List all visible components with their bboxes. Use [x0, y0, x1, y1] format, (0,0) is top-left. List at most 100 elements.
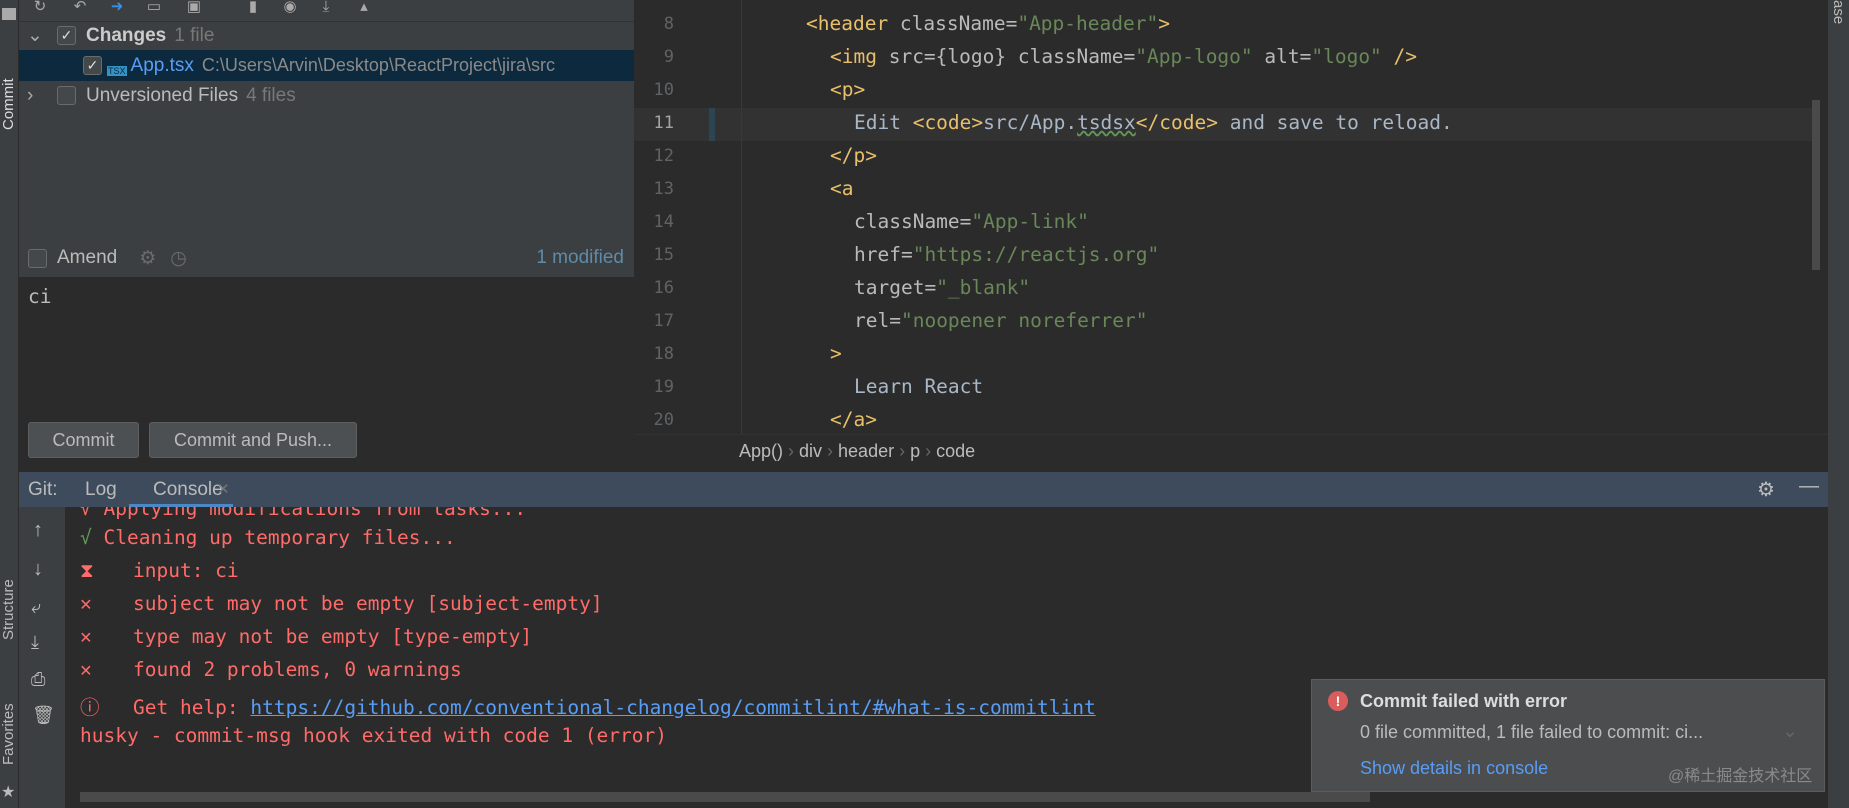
diff-icon[interactable]: ▭ [145, 0, 163, 14]
console-line: √ Applying modifications from tasks... [80, 507, 527, 520]
line-number: 12 [653, 146, 674, 166]
breadcrumb-separator: › [894, 441, 911, 461]
console-toolbar: ↑ ↓ ⤶ ⤓ ⎙ 🗑 [19, 507, 65, 808]
code-editor[interactable]: 8 9 10 11 12 13 14 15 16 17 18 19 20 <header classNa… [634, 0, 1828, 434]
notification-body: 0 file committed, 1 file failed to commi… [1360, 722, 1704, 742]
line-number: 16 [653, 278, 674, 298]
collapse-icon[interactable]: ▴ [355, 0, 373, 14]
line-number: 8 [663, 14, 674, 34]
amend-checkbox[interactable] [28, 248, 47, 268]
changes-checkbox[interactable]: ✓ [57, 26, 76, 45]
database-tab[interactable]: Database [1830, 0, 1847, 24]
update-icon[interactable]: ➜ [108, 0, 126, 14]
console-line: ⧗ input: ci [80, 559, 239, 582]
commit-message-text: ci [28, 285, 52, 308]
console-line: ✕ subject may not be empty [subject-empty… [80, 592, 603, 615]
commit-panel: ↻ ↶ ➜ ▭ ▣ ▮ ◉ ⤓ ▴ ⌄ ✓ Changes 1 file ✓ T… [19, 0, 634, 466]
console-line: ✕ type may not be empty [type-empty] [80, 625, 533, 648]
commit-toolbar: ↻ ↶ ➜ ▭ ▣ ▮ ◉ ⤓ ▴ [19, 0, 634, 22]
file-checkbox[interactable]: ✓ [83, 56, 102, 75]
favorites-tab[interactable]: Favorites [0, 703, 17, 765]
arrow-up-icon[interactable]: ↑ [33, 519, 43, 542]
line-number: 19 [653, 377, 674, 397]
view-options-icon[interactable]: ◉ [281, 0, 299, 14]
chevron-right-icon[interactable]: › [19, 85, 57, 107]
unversioned-checkbox[interactable] [57, 86, 76, 105]
show-details-link[interactable]: Show details in console [1360, 758, 1548, 779]
breadcrumb-separator: › [783, 441, 800, 461]
line-number: 17 [653, 311, 674, 331]
line-number: 15 [653, 245, 674, 265]
breadcrumb-item[interactable]: p [910, 441, 920, 461]
error-x-icon: ✕ [80, 592, 92, 615]
minimize-icon[interactable]: — [1799, 475, 1819, 498]
error-x-icon: ✕ [80, 625, 92, 648]
breadcrumb: App() › div › header › p › code [634, 434, 1828, 467]
chevron-down-icon[interactable]: ⌄ [1782, 720, 1798, 743]
tab-console[interactable]: Console ✕ [129, 472, 233, 507]
close-icon[interactable]: ✕ [217, 480, 230, 498]
commit-tab[interactable]: Commit [0, 78, 17, 130]
file-path: C:\Users\Arvin\Desktop\ReactProject\jira… [201, 55, 555, 75]
horizontal-scrollbar[interactable] [80, 792, 1370, 802]
group-icon[interactable]: ▮ [244, 0, 262, 14]
star-icon: ★ [1, 784, 16, 801]
git-title: Git: [28, 479, 58, 500]
soft-wrap-icon[interactable]: ⤶ [31, 597, 41, 618]
rollback-icon[interactable]: ↶ [71, 0, 89, 14]
amend-label[interactable]: Amend [57, 247, 117, 269]
arrow-down-icon[interactable]: ↓ [33, 558, 43, 581]
file-row-app-tsx[interactable]: ✓ TSX App.tsx C:\Users\Arvin\Desktop\Rea… [19, 50, 634, 81]
typo-word: tsdsx [1077, 111, 1136, 134]
trash-icon[interactable]: 🗑 [32, 705, 55, 726]
unversioned-group-row[interactable]: › Unversioned Files 4 files [19, 80, 634, 111]
print-icon[interactable]: ⎙ [31, 669, 45, 690]
modified-count: 1 modified [536, 247, 624, 268]
watermark: @稀土掘金技术社区 [1668, 768, 1813, 785]
unversioned-count: 4 files [246, 84, 296, 106]
line-number: 9 [663, 47, 674, 67]
breadcrumb-separator: › [920, 441, 937, 461]
line-marker [709, 108, 715, 141]
shelve-icon[interactable]: ▣ [185, 0, 203, 14]
editor-scrollbar[interactable] [1812, 100, 1820, 270]
commitlint-help-link[interactable]: https://github.com/conventional-changelo… [250, 696, 1095, 719]
chevron-down-icon[interactable]: ⌄ [19, 24, 57, 47]
breadcrumb-item[interactable]: div [799, 441, 822, 461]
line-number: 13 [653, 179, 674, 199]
changes-count: 1 file [174, 24, 215, 46]
hourglass-icon: ⧗ [80, 559, 94, 582]
right-tool-strip: Database [1828, 0, 1849, 808]
gutter-divider [741, 0, 742, 434]
console-line: √ Cleaning up temporary files... [80, 526, 456, 549]
left-tool-strip: Commit Structure Favorites ★ [0, 0, 19, 808]
commit-and-push-button[interactable]: Commit and Push... [149, 422, 357, 458]
console-help-line: ⓘ Get help: https://github.com/convention… [80, 691, 1096, 720]
expand-icon[interactable]: ⤓ [317, 0, 335, 14]
changes-label: Changes [86, 24, 167, 46]
structure-tab[interactable]: Structure [0, 579, 17, 640]
error-icon: ! [1328, 691, 1348, 711]
breadcrumb-item[interactable]: header [838, 441, 894, 461]
changes-group-row[interactable]: ⌄ ✓ Changes 1 file [19, 20, 634, 51]
breadcrumb-item[interactable]: App() [739, 441, 783, 461]
unversioned-label: Unversioned Files [86, 84, 239, 106]
refresh-icon[interactable]: ↻ [31, 0, 49, 14]
line-number: 11 [653, 113, 674, 133]
tsx-file-icon: TSX [107, 65, 127, 76]
project-icon[interactable] [2, 8, 16, 20]
line-number: 20 [653, 410, 674, 430]
amend-bar: Amend ⚙ ◷ 1 modified [19, 240, 634, 276]
file-name: App.tsx [130, 54, 194, 76]
info-icon: ⓘ [80, 696, 100, 719]
line-number: 18 [653, 344, 674, 364]
gear-icon[interactable]: ⚙ [139, 247, 156, 270]
tab-log[interactable]: Log [85, 479, 117, 501]
clock-icon[interactable]: ◷ [170, 247, 187, 270]
breadcrumb-item[interactable]: code [936, 441, 975, 461]
console-line: husky - commit-msg hook exited with code… [80, 724, 667, 747]
gear-icon[interactable]: ⚙ [1757, 477, 1775, 502]
scroll-to-end-icon[interactable]: ⤓ [31, 632, 39, 653]
commit-button[interactable]: Commit [28, 422, 139, 458]
git-tool-window-header: Git: Log Console ✕ ⚙ — [19, 472, 1828, 507]
